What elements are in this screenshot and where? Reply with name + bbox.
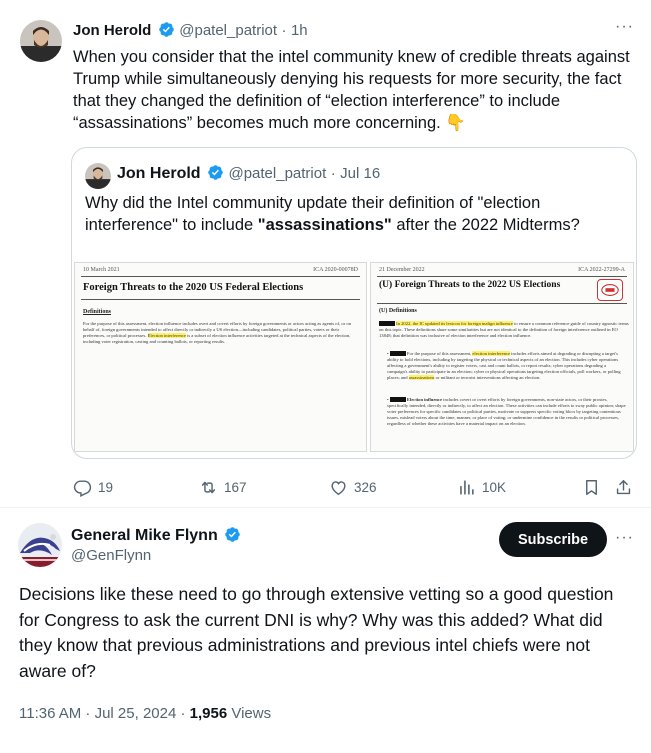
verified-badge-icon: [207, 164, 224, 181]
tweet-text: When you consider that the intel communi…: [73, 48, 630, 132]
doc-title: (U) Foreign Threats to the 2022 US Elect…: [379, 280, 561, 290]
doc-highlight: Election interference: [147, 333, 186, 338]
doc-date: 10 March 2021: [83, 267, 120, 273]
doc-paragraph: • For the purpose of this assessment, el…: [387, 351, 621, 380]
like-button[interactable]: 326: [329, 478, 377, 497]
views-count: 1,956: [189, 705, 228, 722]
reply-text: Decisions like these need to go through …: [19, 584, 614, 681]
post-time[interactable]: 1h: [291, 22, 308, 39]
document-image-right[interactable]: 21 December 2022 ICA 2022-27299-A (U) Fo…: [370, 262, 634, 452]
heart-icon: [331, 481, 346, 496]
reply-author-name[interactable]: General Mike Flynn: [71, 527, 218, 544]
reply-icon: [73, 480, 92, 497]
doc-date: 21 December 2022: [379, 267, 425, 273]
more-options-icon[interactable]: ···: [615, 18, 634, 36]
reply-author-line: General Mike Flynn: [71, 526, 241, 545]
reply-count: 19: [98, 480, 114, 495]
seal-icon: [597, 279, 623, 301]
doc-ref: ICA 2022-27299-A: [578, 267, 625, 273]
doc-rule: [377, 303, 627, 304]
quoted-text-bold: "assassinations": [257, 216, 392, 234]
author-handle[interactable]: @patel_patriot: [179, 22, 277, 39]
doc-text: or militant or terrorist interventions a…: [434, 375, 541, 380]
document-image-left[interactable]: 10 March 2021 ICA 2020-00078D Foreign Th…: [74, 262, 367, 452]
doc-section-title: (U) Definitions: [379, 308, 417, 314]
quoted-text-post: after the 2022 Midterms?: [391, 216, 580, 234]
reply-author-avatar[interactable]: [18, 523, 62, 567]
divider: [0, 507, 651, 508]
doc-ref: ICA 2020-00078D: [313, 267, 358, 273]
repost-icon: [201, 481, 216, 494]
doc-highlight: assassinations: [408, 375, 435, 380]
reply-button[interactable]: 19: [73, 478, 113, 497]
reply-author-handle[interactable]: @GenFlynn: [71, 547, 151, 564]
repost-button[interactable]: 167: [199, 478, 247, 497]
doc-rule: [81, 299, 360, 300]
author-name[interactable]: Jon Herold: [73, 22, 151, 39]
separator-dot: ·: [330, 165, 336, 182]
more-options-icon[interactable]: ···: [615, 529, 634, 547]
like-count: 326: [354, 480, 377, 495]
bookmark-button[interactable]: [582, 478, 607, 497]
post-timestamp[interactable]: 11:36 AM · Jul 25, 2024 ·: [19, 705, 190, 722]
quoted-tweet-text: Why did the Intel community update their…: [85, 192, 625, 236]
separator-dot: ·: [281, 22, 287, 39]
view-count: 10K: [482, 480, 507, 495]
post-metadata: 11:36 AM · Jul 25, 2024 · 1,956 Views: [19, 705, 271, 722]
share-icon: [616, 480, 631, 495]
verified-badge-icon[interactable]: [224, 526, 241, 543]
redaction: [389, 397, 406, 402]
subscribe-button[interactable]: Subscribe: [499, 522, 607, 557]
share-button[interactable]: [614, 478, 639, 497]
redaction: [379, 321, 395, 326]
doc-highlight: In 2022, the IC updated its lexicon for …: [396, 321, 513, 326]
quoted-post-time: Jul 16: [340, 165, 381, 182]
doc-rule: [377, 276, 627, 277]
bookmark-icon: [586, 480, 597, 495]
quoted-author-name: Jon Herold: [117, 165, 201, 182]
author-avatar[interactable]: [20, 20, 62, 62]
redaction: [389, 351, 406, 356]
views-label: Views: [227, 705, 272, 722]
doc-paragraph: • Election influence includes covert or …: [387, 397, 626, 426]
quoted-author-avatar: [85, 163, 111, 189]
doc-section-title: Definitions: [83, 309, 112, 315]
doc-paragraph: For the purpose of this assessment, elec…: [83, 321, 355, 345]
verified-badge-icon[interactable]: [158, 21, 175, 38]
doc-paragraph: In 2022, the IC updated its lexicon for …: [379, 321, 629, 339]
doc-bold: Election influence: [406, 397, 443, 402]
doc-text: For the purpose of this assessment,: [406, 351, 473, 356]
doc-rule: [81, 276, 360, 277]
doc-title: Foreign Threats to the 2020 US Federal E…: [83, 282, 304, 293]
quoted-tweet-card[interactable]: Jon Herold @patel_patriot · Jul 16 Why d…: [71, 147, 637, 459]
views-button[interactable]: 10K: [457, 478, 506, 497]
analytics-icon: [460, 480, 474, 495]
quoted-author-handle: @patel_patriot: [228, 165, 327, 182]
repost-count: 167: [224, 480, 247, 495]
doc-highlight: election interference: [472, 351, 511, 356]
